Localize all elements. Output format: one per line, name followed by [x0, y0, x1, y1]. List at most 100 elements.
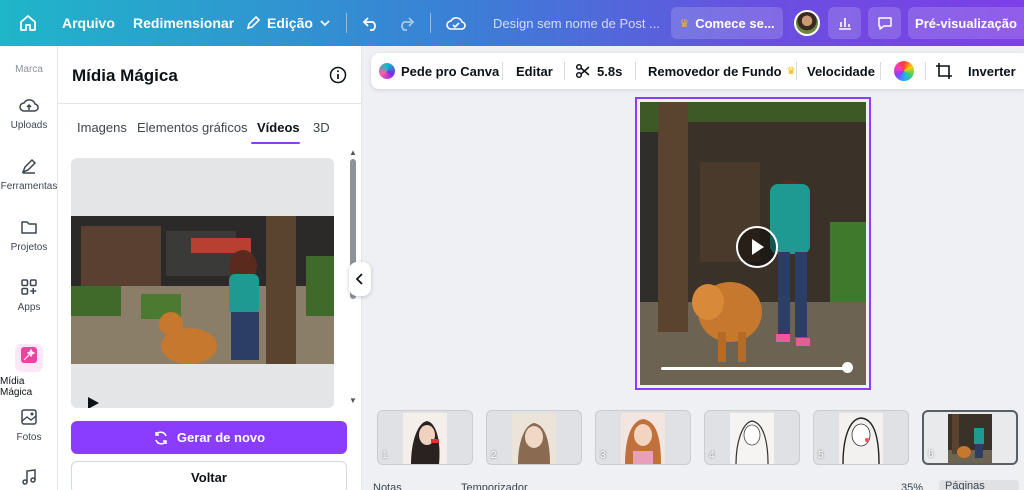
bg-remover-button[interactable]: Removedor de Fundo ♛: [648, 53, 796, 89]
color-button[interactable]: [894, 53, 914, 89]
page-thumbnail[interactable]: 2: [486, 410, 582, 465]
page-number: 4: [709, 450, 715, 461]
page-thumbnail[interactable]: 1: [377, 410, 473, 465]
page-number: 5: [818, 450, 824, 461]
rail-item-audio[interactable]: [0, 468, 58, 490]
crop-icon: [936, 63, 952, 79]
redo-icon[interactable]: [397, 0, 415, 46]
refresh-icon: [155, 430, 167, 445]
canvas-selected-video[interactable]: [635, 97, 871, 390]
rail-label-uploads: Uploads: [10, 120, 48, 131]
page-number: 1: [382, 450, 388, 461]
generate-again-button[interactable]: Gerar de novo: [71, 421, 347, 454]
undo-icon[interactable]: [362, 0, 380, 46]
crown-icon: ♛: [679, 17, 690, 30]
chevron-left-icon: [356, 273, 363, 285]
page-thumbnail-active[interactable]: 6: [922, 410, 1018, 465]
play-icon[interactable]: [736, 226, 778, 268]
ask-canva-button[interactable]: Pede pro Canva: [379, 53, 499, 89]
page-thumbnail[interactable]: 4: [704, 410, 800, 465]
scroll-down-icon[interactable]: ▼: [349, 396, 357, 405]
resize-button[interactable]: Redimensionar: [133, 0, 234, 46]
tab-3d[interactable]: 3D: [313, 120, 330, 135]
page-thumbnail[interactable]: 3: [595, 410, 691, 465]
document-title[interactable]: Design sem nome de Post ...: [493, 0, 660, 46]
insights-button[interactable]: [828, 7, 861, 39]
pen-tool-icon: [21, 158, 37, 174]
rail-item-photos[interactable]: Fotos: [0, 408, 58, 443]
color-wheel-icon: [894, 61, 914, 81]
rail-item-apps[interactable]: Apps: [0, 278, 58, 313]
page-number: 6: [928, 449, 934, 460]
photo-icon: [21, 409, 37, 425]
scissors-icon: [575, 63, 590, 79]
video-progress-handle[interactable]: [842, 362, 853, 373]
rail-label-projects: Projetos: [10, 242, 48, 253]
generated-video-card[interactable]: [71, 158, 334, 408]
trim-button[interactable]: 5.8s: [575, 53, 622, 89]
pencil-icon: [246, 15, 261, 30]
edit-button[interactable]: Editar: [516, 53, 553, 89]
bg-remover-label: Removedor de Fundo: [648, 63, 782, 79]
canva-ai-icon: [379, 63, 395, 79]
generated-video-thumbnail[interactable]: [71, 216, 334, 364]
page-thumbnail[interactable]: 5: [813, 410, 909, 465]
rail-item-magic-media[interactable]: Mídia Mágica: [0, 344, 58, 398]
comment-icon: [877, 17, 892, 30]
cloud-upload-icon: [19, 99, 39, 112]
tab-videos[interactable]: Vídeos: [257, 120, 300, 135]
scroll-up-icon[interactable]: ▲: [349, 148, 357, 157]
back-button[interactable]: Voltar: [71, 461, 347, 490]
speed-button[interactable]: Velocidade: [807, 53, 875, 89]
zoom-level[interactable]: 35%: [901, 482, 923, 490]
collapse-panel-button[interactable]: [349, 262, 371, 296]
edit-mode-label: Edição: [267, 15, 313, 31]
chevron-down-icon: [320, 20, 330, 27]
video-progress-bar[interactable]: [661, 367, 847, 370]
timer-button[interactable]: Temporizador: [461, 482, 528, 490]
tab-images[interactable]: Imagens: [77, 120, 127, 135]
info-icon[interactable]: [329, 66, 347, 89]
comments-button[interactable]: [868, 7, 901, 39]
duration-label: 5.8s: [597, 63, 623, 79]
context-toolbar: Pede pro Canva Editar 5.8s Removedor de …: [371, 53, 1024, 89]
crown-icon: ♛: [786, 65, 796, 77]
play-icon[interactable]: [86, 396, 100, 408]
music-icon: [22, 469, 36, 485]
top-bar: Arquivo Redimensionar Edição Design sem …: [0, 0, 1024, 46]
rail-item-tools[interactable]: Ferramentas: [0, 157, 58, 192]
preview-button[interactable]: Pré-visualização: [908, 7, 1024, 39]
bar-chart-icon: [838, 18, 851, 30]
start-pro-button[interactable]: ♛ Comece se...: [671, 7, 783, 39]
panel-divider: [58, 103, 362, 104]
tab-graphics[interactable]: Elementos gráficos: [137, 120, 248, 135]
home-icon[interactable]: [19, 0, 37, 46]
rail-item-uploads[interactable]: Uploads: [0, 96, 58, 131]
file-menu-button[interactable]: Arquivo: [62, 0, 115, 46]
magic-media-icon: [15, 344, 43, 372]
left-rail: Marca Uploads Ferramentas Projetos Apps …: [0, 46, 58, 490]
rail-label-magic-media: Mídia Mágica: [0, 376, 33, 398]
generate-again-label: Gerar de novo: [176, 430, 266, 445]
rail-label-apps: Apps: [17, 302, 41, 313]
canvas-video[interactable]: [640, 102, 866, 385]
avatar[interactable]: [794, 10, 820, 36]
pages-view-button[interactable]: Páginas: [939, 480, 1019, 490]
cloud-saved-icon[interactable]: [446, 0, 466, 46]
bottom-bar: Notas Temporizador 35% Páginas: [371, 480, 1024, 490]
rail-label-tools: Ferramentas: [0, 181, 58, 192]
page-number: 3: [600, 450, 606, 461]
rail-item-projects[interactable]: Projetos: [0, 218, 58, 253]
rail-label-photos: Fotos: [16, 432, 42, 443]
notes-button[interactable]: Notas: [373, 482, 402, 490]
panel-title: Mídia Mágica: [72, 66, 178, 85]
edit-mode-button[interactable]: Edição: [245, 0, 331, 46]
flip-button[interactable]: Inverter: [968, 53, 1016, 89]
start-pro-label: Comece se...: [695, 15, 775, 31]
folder-icon: [21, 221, 37, 234]
apps-icon: [21, 279, 37, 295]
page-number: 2: [491, 450, 497, 461]
rail-brand-label[interactable]: Marca: [0, 64, 58, 75]
crop-button[interactable]: [935, 53, 953, 89]
magic-media-panel: Mídia Mágica Imagens Elementos gráficos …: [58, 46, 362, 490]
